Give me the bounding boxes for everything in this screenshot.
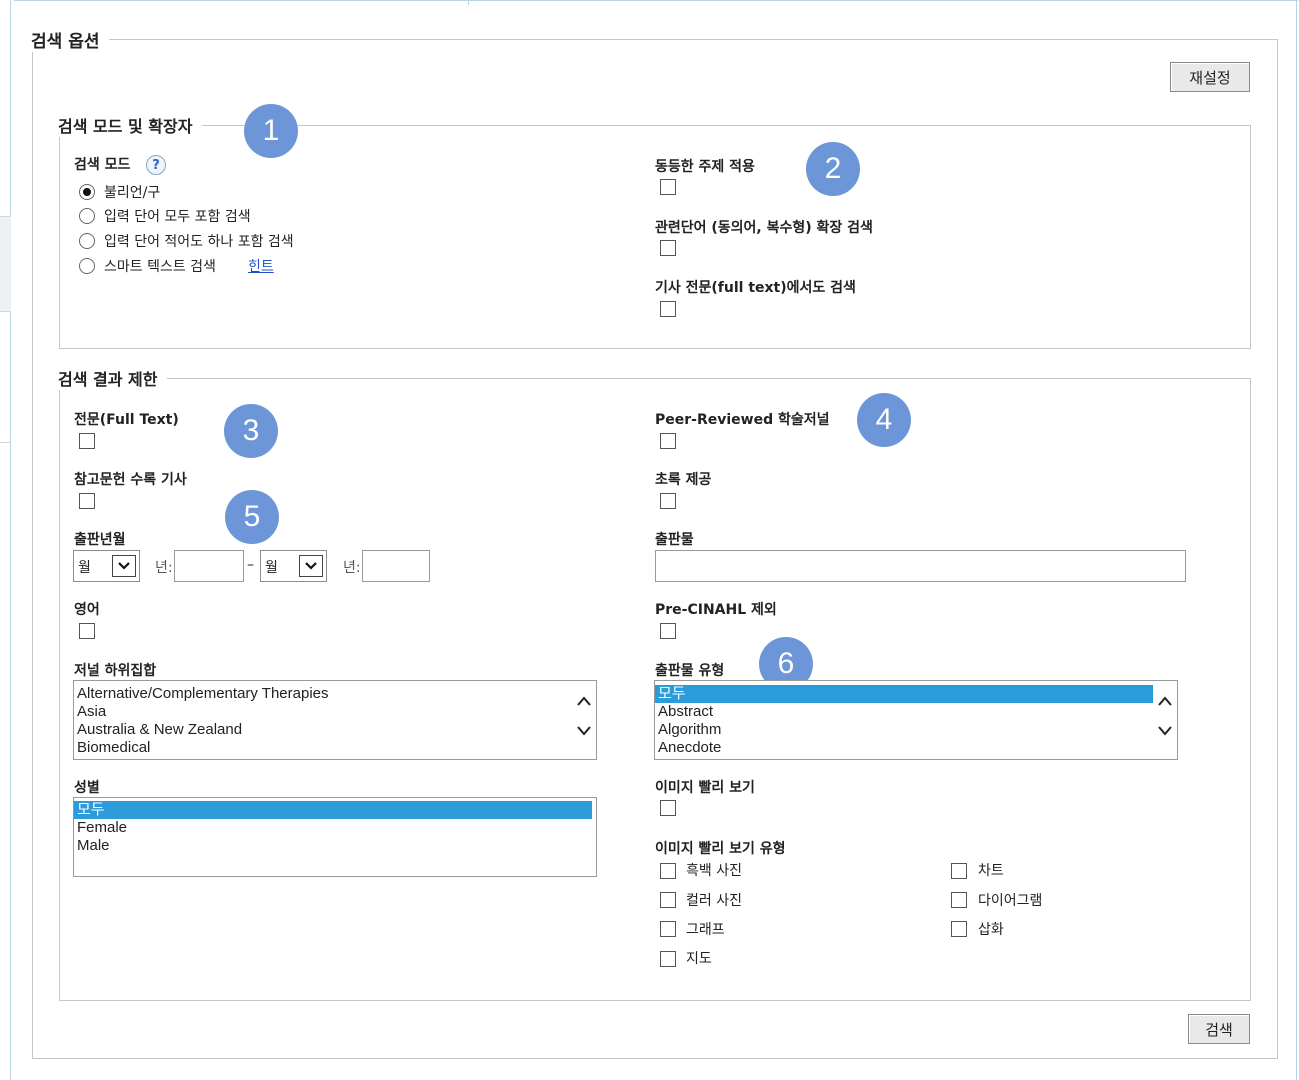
- iqv-map-checkbox[interactable]: [660, 951, 676, 967]
- related-words-checkbox[interactable]: [660, 240, 676, 256]
- iqv-type-label: 삽화: [978, 922, 1004, 938]
- image-quick-view-label: 이미지 빨리 보기: [655, 780, 755, 796]
- help-icon[interactable]: ?: [146, 155, 166, 175]
- list-item[interactable]: Female: [74, 819, 592, 837]
- search-mode-radio-any-words[interactable]: [79, 233, 95, 249]
- search-mode-radio-all-words[interactable]: [79, 208, 95, 224]
- list-item[interactable]: Anecdote: [655, 739, 1153, 757]
- peer-reviewed-checkbox[interactable]: [660, 433, 676, 449]
- iqv-type-label: 다이어그램: [978, 893, 1043, 909]
- list-item[interactable]: Biomedical: [74, 739, 596, 757]
- callout-badge-3: 3: [224, 404, 278, 458]
- callout-badge-1: 1: [244, 104, 298, 158]
- list-item[interactable]: Male: [74, 837, 592, 855]
- pre-cinahl-checkbox[interactable]: [660, 623, 676, 639]
- gender-label: 성별: [74, 780, 100, 796]
- search-button[interactable]: 검색: [1188, 1014, 1250, 1044]
- published-year-from-input[interactable]: [174, 550, 244, 582]
- abstract-available-checkbox[interactable]: [660, 493, 676, 509]
- list-item[interactable]: Algorithm: [655, 721, 1153, 739]
- full-text-search-checkbox[interactable]: [660, 301, 676, 317]
- list-item[interactable]: Alternative/Complementary Therapies: [74, 685, 596, 703]
- window-right-border: [1296, 0, 1297, 1080]
- published-month-from-value: 월: [78, 560, 91, 576]
- full-text-label: 전문(Full Text): [74, 412, 179, 428]
- search-mode-label: 검색 모드: [74, 157, 131, 173]
- search-options-title: 검색 옵션: [31, 32, 100, 52]
- english-label: 영어: [74, 602, 100, 618]
- references-available-checkbox[interactable]: [79, 493, 95, 509]
- full-text-checkbox[interactable]: [79, 433, 95, 449]
- iqv-illustration-checkbox[interactable]: [951, 921, 967, 937]
- search-mode-option-label: 입력 단어 모두 포함 검색: [104, 209, 251, 225]
- publication-type-scrollbar[interactable]: [1155, 681, 1175, 759]
- scroll-down-icon: [1158, 726, 1172, 736]
- search-mode-radio-boolean[interactable]: [79, 184, 95, 200]
- published-year-from-label: 년:: [155, 560, 173, 576]
- list-item-selected[interactable]: 모두: [655, 685, 1153, 703]
- hint-link[interactable]: 힌트: [248, 256, 274, 276]
- references-available-label: 참고문헌 수록 기사: [74, 472, 187, 488]
- search-mode-option-label: 입력 단어 적어도 하나 포함 검색: [104, 234, 294, 250]
- iqv-graph-checkbox[interactable]: [660, 921, 676, 937]
- abstract-available-label: 초록 제공: [655, 472, 712, 488]
- pre-cinahl-label: Pre-CINAHL 제외: [655, 602, 777, 618]
- publication-label: 출판물: [655, 532, 694, 548]
- callout-badge-5: 5: [225, 490, 279, 544]
- list-item[interactable]: Australia & New Zealand: [74, 721, 596, 739]
- scroll-down-icon: [577, 726, 591, 736]
- iqv-diagram-checkbox[interactable]: [951, 892, 967, 908]
- published-date-label: 출판년월: [74, 532, 126, 548]
- iqv-type-label: 그래프: [686, 922, 725, 938]
- image-quick-view-checkbox[interactable]: [660, 800, 676, 816]
- journal-subset-scrollbar[interactable]: [574, 681, 594, 759]
- date-range-dash: –: [247, 557, 254, 573]
- journal-subset-label: 저널 하위집합: [74, 663, 157, 679]
- limit-results-title: 검색 결과 제한: [58, 370, 158, 389]
- published-month-to-select[interactable]: 월: [260, 550, 327, 582]
- image-quick-view-types-label: 이미지 빨리 보기 유형: [655, 841, 786, 857]
- search-mode-option-label: 스마트 텍스트 검색: [104, 259, 216, 275]
- journal-subset-listbox[interactable]: Alternative/Complementary Therapies Asia…: [73, 680, 597, 760]
- gender-listbox[interactable]: 모두 Female Male: [73, 797, 597, 877]
- callout-badge-2: 2: [806, 142, 860, 196]
- published-month-from-select[interactable]: 월: [73, 550, 140, 582]
- search-mode-option-label: 불리언/구: [104, 185, 161, 201]
- iqv-type-label: 차트: [978, 863, 1004, 879]
- side-panel-tab: [0, 216, 11, 312]
- list-item-selected[interactable]: 모두: [74, 801, 592, 819]
- window-left-border: [10, 0, 11, 1080]
- full-text-search-label: 기사 전문(full text)에서도 검색: [655, 280, 856, 296]
- side-panel-divider: [0, 442, 11, 443]
- chevron-down-icon: [112, 555, 136, 577]
- english-checkbox[interactable]: [79, 623, 95, 639]
- list-item[interactable]: Asia: [74, 703, 596, 721]
- chevron-down-icon: [299, 555, 323, 577]
- peer-reviewed-label: Peer-Reviewed 학술저널: [655, 412, 830, 428]
- scroll-up-icon: [577, 696, 591, 706]
- publication-input[interactable]: [655, 550, 1186, 582]
- published-year-to-input[interactable]: [362, 550, 430, 582]
- iqv-type-label: 컬러 사진: [686, 893, 742, 909]
- iqv-type-label: 지도: [686, 951, 712, 967]
- published-year-to-label: 년:: [343, 560, 361, 576]
- iqv-type-label: 흑백 사진: [686, 863, 742, 879]
- window-divider: [468, 0, 469, 5]
- iqv-bw-photo-checkbox[interactable]: [660, 863, 676, 879]
- related-words-label: 관련단어 (동의어, 복수형) 확장 검색: [655, 220, 873, 236]
- window-top-border: [14, 0, 1298, 6]
- iqv-chart-checkbox[interactable]: [951, 863, 967, 879]
- reset-button[interactable]: 재설정: [1170, 62, 1250, 92]
- callout-badge-4: 4: [857, 393, 911, 447]
- list-item[interactable]: Abstract: [655, 703, 1153, 721]
- search-mode-expanders-title: 검색 모드 및 확장자: [58, 117, 193, 136]
- iqv-color-photo-checkbox[interactable]: [660, 892, 676, 908]
- publication-type-label: 출판물 유형: [655, 663, 725, 679]
- equivalent-subjects-checkbox[interactable]: [660, 179, 676, 195]
- search-mode-radio-smart-text[interactable]: [79, 258, 95, 274]
- publication-type-listbox[interactable]: 모두 Abstract Algorithm Anecdote: [654, 680, 1178, 760]
- equivalent-subjects-label: 동등한 주제 적용: [655, 159, 755, 175]
- scroll-up-icon: [1158, 696, 1172, 706]
- published-month-to-value: 월: [265, 560, 278, 576]
